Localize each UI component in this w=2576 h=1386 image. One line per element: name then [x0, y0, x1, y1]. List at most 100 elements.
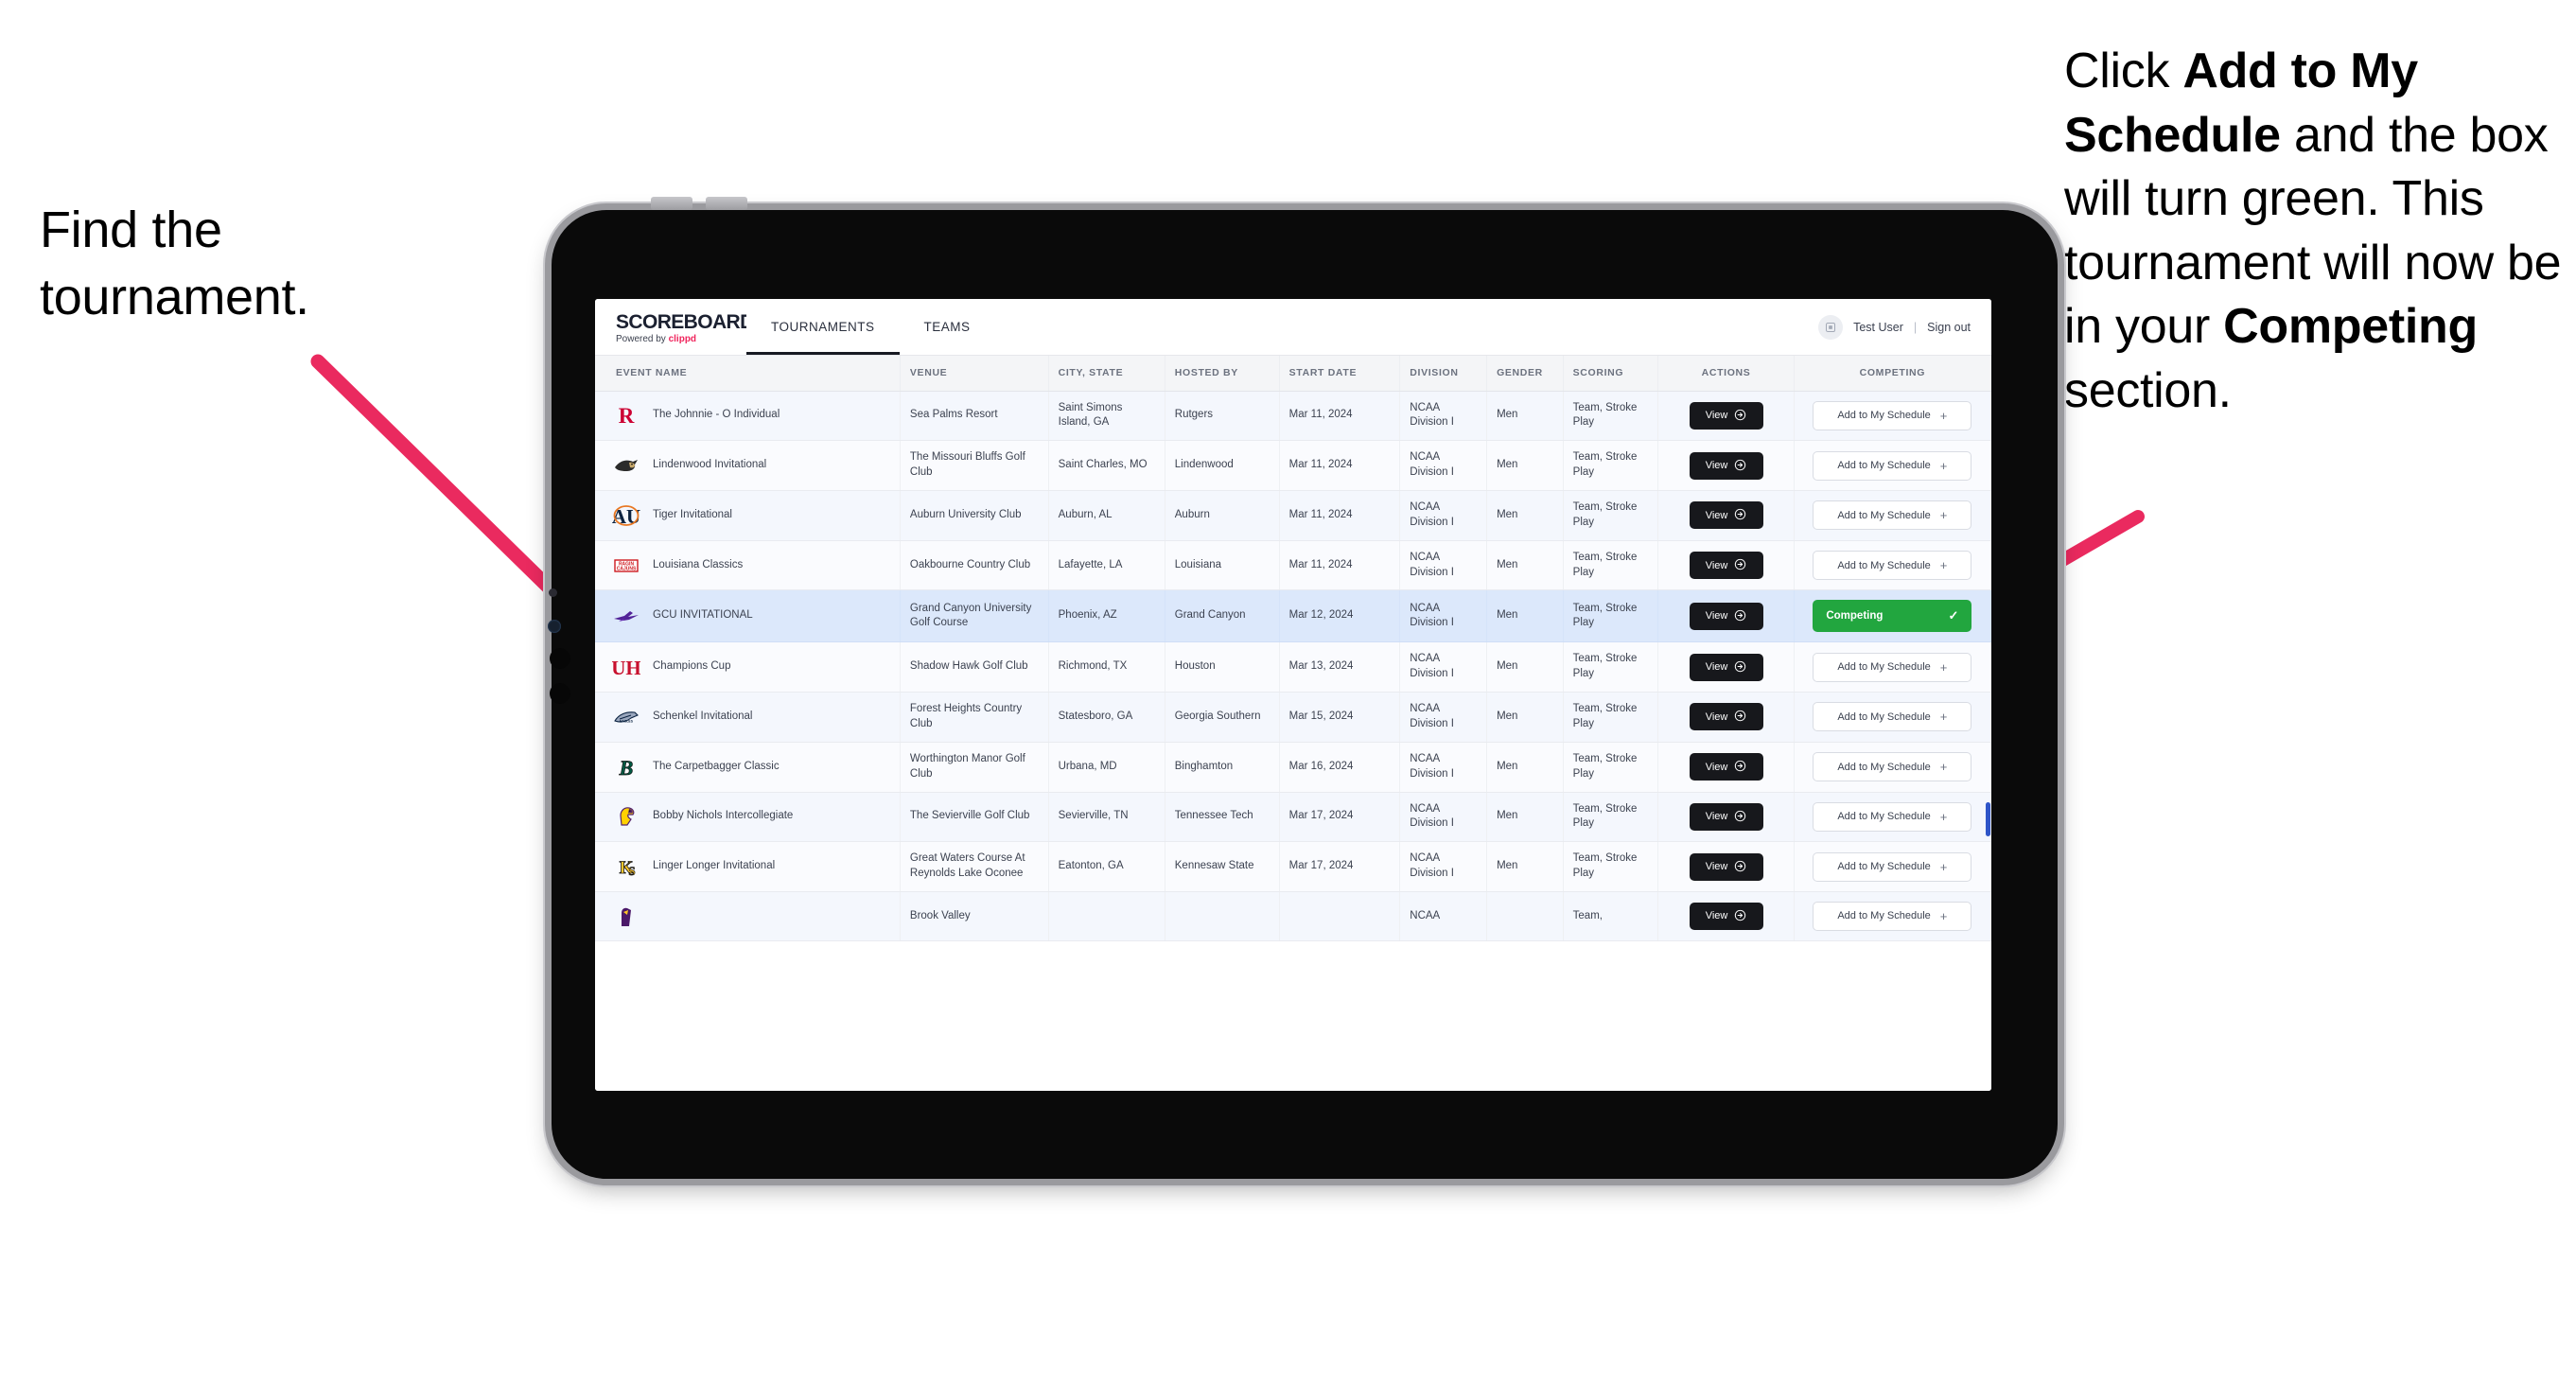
cell-actions: View	[1657, 589, 1795, 643]
vertical-scrollbar[interactable]	[1986, 802, 1990, 836]
add-to-my-schedule-label: Add to My Schedule	[1837, 910, 1931, 922]
table-row[interactable]: GCU INVITATIONAL Grand Canyon University …	[595, 589, 1991, 643]
cell-scoring: Team,	[1563, 891, 1659, 941]
add-to-my-schedule-button[interactable]: Add to My Schedule +	[1813, 652, 1972, 682]
arrow-circle-right-icon	[1734, 810, 1746, 824]
arrow-circle-right-icon	[1734, 609, 1746, 623]
cell-start-date: Mar 15, 2024	[1279, 692, 1401, 743]
column-header-actions[interactable]: ACTIONS	[1657, 356, 1795, 392]
cell-gender: Men	[1486, 540, 1564, 591]
cell-scoring: Team, Stroke Play	[1563, 742, 1659, 793]
table-row[interactable]: AU Tiger Invitational Auburn University Cl…	[595, 490, 1991, 541]
view-button[interactable]: View	[1689, 602, 1763, 630]
table-row[interactable]: EAGLES Schenkel Invitational Forest Height…	[595, 692, 1991, 743]
cell-actions: View	[1657, 742, 1795, 793]
arrow-circle-right-icon	[1734, 409, 1746, 423]
cell-gender: Men	[1486, 589, 1564, 643]
view-button-label: View	[1705, 910, 1728, 922]
add-to-my-schedule-button[interactable]: Add to My Schedule +	[1813, 400, 1972, 430]
view-button[interactable]: View	[1689, 552, 1763, 580]
cell-city-state: Saint Simons Island, GA	[1048, 391, 1165, 442]
site-header: SCOREBOARD Powered by clippd TOURNAMENTS…	[595, 299, 1991, 356]
cell-actions: View	[1657, 792, 1795, 843]
cell-venue: Sea Palms Resort	[900, 391, 1049, 442]
team-logo-icon	[612, 802, 640, 831]
column-header-start-date[interactable]: START DATE	[1279, 356, 1401, 392]
view-button[interactable]: View	[1689, 703, 1763, 731]
column-header-scoring[interactable]: SCORING	[1563, 356, 1659, 392]
cell-hosted-by: Grand Canyon	[1165, 589, 1280, 643]
svg-text:EAGLES: EAGLES	[620, 719, 634, 723]
column-header-division[interactable]: DIVISION	[1399, 356, 1488, 392]
add-to-my-schedule-button[interactable]: Add to My Schedule +	[1813, 901, 1972, 931]
tournaments-table-container[interactable]: EVENT NAME VENUE CITY, STATE HOSTED BY S…	[595, 356, 1991, 1091]
username-label[interactable]: Test User	[1853, 321, 1903, 334]
cell-gender: Men	[1486, 742, 1564, 793]
plus-icon: +	[1939, 408, 1948, 423]
add-to-my-schedule-button[interactable]: Add to My Schedule +	[1813, 851, 1972, 882]
brand-title: SCOREBOARD	[616, 310, 754, 333]
event-name-label: Bobby Nichols Intercollegiate	[653, 810, 794, 822]
cell-competing: Competing ✓	[1794, 589, 1991, 643]
tab-teams[interactable]: TEAMS	[900, 299, 995, 355]
view-button[interactable]: View	[1689, 852, 1763, 881]
table-row[interactable]: K S Linger Longer Invitational Great Waters…	[595, 841, 1991, 892]
cell-start-date: Mar 11, 2024	[1279, 540, 1401, 591]
view-button[interactable]: View	[1689, 902, 1763, 930]
cell-city-state: Statesboro, GA	[1048, 692, 1165, 743]
tablet-device: SCOREBOARD Powered by clippd TOURNAMENTS…	[548, 197, 2058, 1179]
team-logo-icon	[612, 602, 640, 630]
view-button[interactable]: View	[1689, 501, 1763, 530]
sign-out-link[interactable]: Sign out	[1927, 321, 1971, 334]
speaker-hole-icon	[550, 648, 570, 669]
column-header-hosted-by[interactable]: HOSTED BY	[1165, 356, 1280, 392]
column-header-competing[interactable]: COMPETING	[1794, 356, 1991, 392]
view-button-label: View	[1705, 761, 1728, 773]
view-button[interactable]: View	[1689, 451, 1763, 480]
front-camera-icon	[548, 620, 561, 633]
cell-competing: Add to My Schedule +	[1794, 540, 1991, 591]
column-header-city-state[interactable]: CITY, STATE	[1048, 356, 1165, 392]
table-row[interactable]: Bobby Nichols Intercollegiate The Sevierv…	[595, 792, 1991, 843]
column-header-gender[interactable]: GENDER	[1486, 356, 1564, 392]
table-row[interactable]: RAGIN CAJUNS Louisiana Classics Oakbourne C…	[595, 540, 1991, 591]
add-to-my-schedule-button[interactable]: Add to My Schedule +	[1813, 551, 1972, 581]
view-button[interactable]: View	[1689, 802, 1763, 831]
table-row[interactable]: UH Champions Cup Shadow Hawk Golf Club Rich…	[595, 641, 1991, 693]
table-row[interactable]: R The Johnnie - O Individual Sea Palms Res…	[595, 391, 1991, 442]
cell-gender: Men	[1486, 792, 1564, 843]
table-row[interactable]: B B The Carpetbagger Classic Worthington Ma…	[595, 742, 1991, 793]
svg-text:R: R	[619, 404, 635, 428]
tab-tournaments[interactable]: TOURNAMENTS	[746, 299, 900, 355]
column-header-event-name[interactable]: EVENT NAME	[595, 356, 901, 392]
table-header-row: EVENT NAME VENUE CITY, STATE HOSTED BY S…	[595, 356, 1991, 392]
volume-up-button[interactable]	[651, 197, 692, 210]
column-header-venue[interactable]: VENUE	[900, 356, 1049, 392]
brand-logo[interactable]: SCOREBOARD Powered by clippd	[595, 299, 754, 355]
cell-hosted-by: Auburn	[1165, 490, 1280, 541]
view-button[interactable]: View	[1689, 653, 1763, 681]
cell-actions: View	[1657, 440, 1795, 491]
competing-button[interactable]: Competing ✓	[1813, 600, 1972, 633]
annotation-emphasis: Competing	[2223, 299, 2478, 355]
add-to-my-schedule-button[interactable]: Add to My Schedule +	[1813, 450, 1972, 481]
add-to-my-schedule-button[interactable]: Add to My Schedule +	[1813, 500, 1972, 531]
cell-start-date: Mar 13, 2024	[1279, 641, 1401, 693]
cell-actions: View	[1657, 891, 1795, 941]
cell-city-state	[1048, 891, 1165, 941]
view-button[interactable]: View	[1689, 753, 1763, 781]
screenshot-root: Find the tournament. Click Add to My Sch…	[0, 0, 2576, 1386]
cell-division: NCAA Division I	[1399, 490, 1488, 541]
add-to-my-schedule-button[interactable]: Add to My Schedule +	[1813, 752, 1972, 782]
add-to-my-schedule-button[interactable]: Add to My Schedule +	[1813, 801, 1972, 832]
plus-icon: +	[1939, 508, 1948, 523]
cell-event-name: UH Champions Cup	[595, 641, 901, 693]
powered-by-text: Powered by	[616, 333, 669, 344]
add-to-my-schedule-button[interactable]: Add to My Schedule +	[1813, 702, 1972, 732]
user-avatar-icon[interactable]	[1818, 314, 1844, 340]
view-button[interactable]: View	[1689, 401, 1763, 430]
table-row[interactable]: Lindenwood Invitational The Missouri Bluf…	[595, 440, 1991, 491]
volume-down-button[interactable]	[706, 197, 747, 210]
cell-scoring: Team, Stroke Play	[1563, 792, 1659, 843]
table-row[interactable]: Brook Valley NCAA Team, View Add to My Sched…	[595, 891, 1991, 941]
